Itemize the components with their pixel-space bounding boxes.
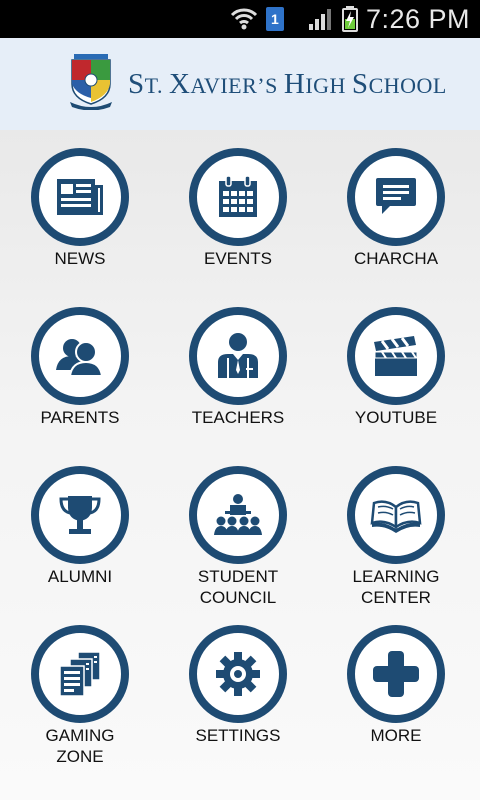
more-circle[interactable]: [347, 625, 445, 723]
app-header: ST. XAVIER’S HIGH SCHOOL: [0, 38, 480, 130]
tile-label: ALUMNI: [47, 567, 113, 586]
newspaper-icon: [57, 179, 103, 215]
plus-icon: [373, 651, 419, 697]
tile-teachers[interactable]: TEACHERS: [158, 307, 318, 437]
tile-label: SETTINGS: [195, 726, 281, 745]
tile-label: TEACHERS: [191, 408, 285, 427]
tile-events[interactable]: EVENTS: [158, 148, 318, 278]
tile-label: LEARNING CENTER: [352, 567, 440, 607]
tile-label: GAMING ZONE: [45, 726, 115, 766]
documents-icon: [59, 651, 101, 697]
title-part: IGH: [305, 73, 352, 98]
trophy-icon: [59, 496, 101, 534]
news-circle[interactable]: [31, 148, 129, 246]
teacher-icon: [218, 333, 258, 378]
notification-badge-icon: 1: [265, 7, 284, 31]
tile-label: CHARCHA: [353, 249, 439, 268]
title-part: S: [351, 68, 369, 100]
tile-label: PARENTS: [40, 408, 120, 427]
title-part: T.: [144, 73, 169, 98]
clapperboard-icon: [374, 336, 418, 376]
charcha-circle[interactable]: [347, 148, 445, 246]
youtube-circle[interactable]: [347, 307, 445, 405]
school-title: ST. XAVIER’S HIGH SCHOOL: [128, 68, 447, 101]
open-book-icon: [370, 500, 422, 533]
tile-settings[interactable]: SETTINGS: [158, 625, 318, 775]
alumni-circle[interactable]: [31, 466, 129, 564]
school-crest-icon: [70, 54, 112, 110]
title-part: CHOOL: [368, 73, 447, 98]
tile-gaming-zone[interactable]: GAMING ZONE: [0, 625, 160, 775]
title-part: AVIER’S: [190, 73, 284, 98]
title-part: S: [128, 68, 145, 100]
tile-parents[interactable]: PARENTS: [0, 307, 160, 437]
people-icon: [56, 339, 104, 376]
tile-youtube[interactable]: YOUTUBE: [316, 307, 476, 437]
tile-label: NEWS: [54, 249, 106, 268]
tile-label: MORE: [370, 726, 422, 745]
gear-icon: [216, 652, 260, 696]
status-clock: 7:26 PM: [365, 3, 470, 34]
calendar-icon: [219, 175, 257, 217]
council-icon: [214, 494, 262, 535]
gaming-zone-circle[interactable]: [31, 625, 129, 723]
wifi-icon: [230, 8, 257, 30]
menu-grid: NEWS EVENTS CHARCHA PARENTS TEACHERS YOU…: [0, 130, 480, 800]
tile-charcha[interactable]: CHARCHA: [316, 148, 476, 278]
status-bar: 1 7:26 PM: [0, 0, 480, 38]
battery-charging-icon: [341, 6, 358, 32]
learning-center-circle[interactable]: [347, 466, 445, 564]
tile-label: EVENTS: [203, 249, 273, 268]
tile-student-council[interactable]: STUDENT COUNCIL: [158, 466, 318, 616]
tile-label: YOUTUBE: [354, 408, 438, 427]
events-circle[interactable]: [189, 148, 287, 246]
tile-label: STUDENT COUNCIL: [197, 567, 279, 607]
signal-icon: [308, 9, 331, 30]
teachers-circle[interactable]: [189, 307, 287, 405]
tile-alumni[interactable]: ALUMNI: [0, 466, 160, 616]
tile-news[interactable]: NEWS: [0, 148, 160, 278]
student-council-circle[interactable]: [189, 466, 287, 564]
tile-more[interactable]: MORE: [316, 625, 476, 775]
title-part: H: [283, 68, 306, 100]
parents-circle[interactable]: [31, 307, 129, 405]
title-part: X: [168, 68, 191, 100]
tile-learning-center[interactable]: LEARNING CENTER: [316, 466, 476, 616]
chat-bubble-icon: [376, 178, 416, 214]
settings-circle[interactable]: [189, 625, 287, 723]
